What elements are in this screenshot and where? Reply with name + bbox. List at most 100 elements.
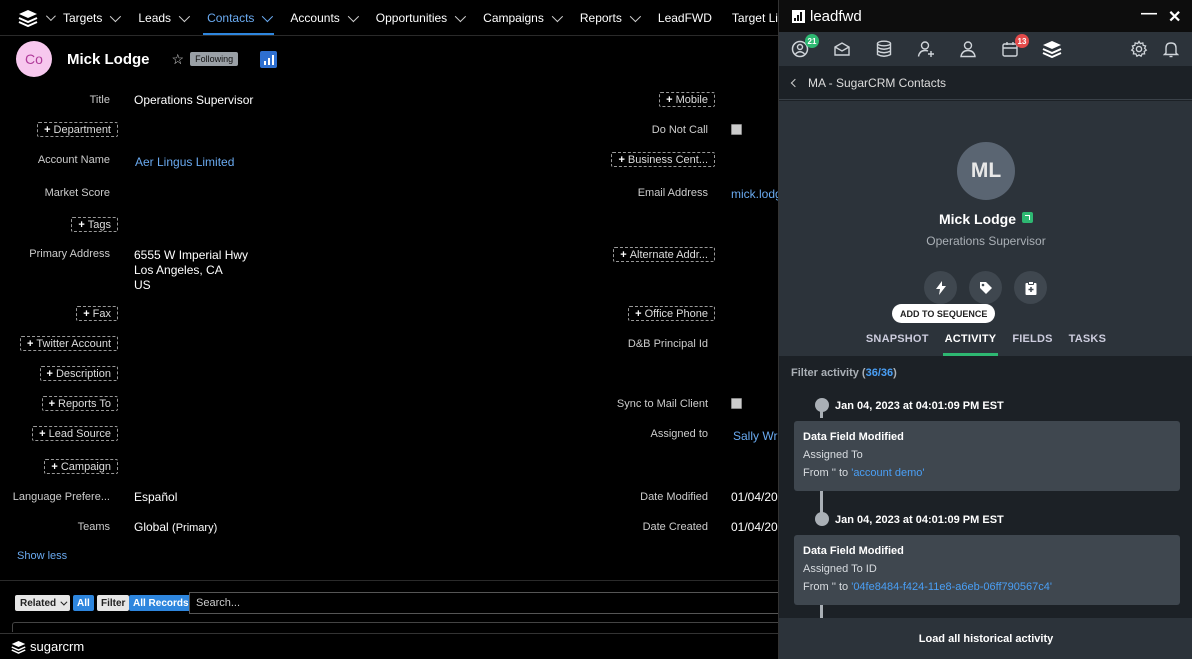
timeline-line xyxy=(820,605,823,618)
email-link[interactable]: mick.lodg xyxy=(731,187,782,201)
tag-button[interactable] xyxy=(969,271,1002,304)
language-value[interactable]: Español xyxy=(134,490,177,504)
add-alternate-address-button[interactable]: + Alternate Addr... xyxy=(613,247,715,262)
layers-icon[interactable] xyxy=(1042,39,1062,59)
contacts-badge: 21 xyxy=(805,34,819,48)
add-lead-source-button[interactable]: + Lead Source xyxy=(32,426,118,441)
nav-item-target-lists[interactable]: Target Lists xyxy=(722,0,778,35)
external-link-icon[interactable] xyxy=(1022,212,1033,223)
nav-item-leadfwd[interactable]: LeadFWD xyxy=(648,0,722,35)
calendar-badge: 13 xyxy=(1015,34,1029,48)
clipboard-icon xyxy=(1025,280,1036,295)
add-mobile-button[interactable]: + Mobile xyxy=(659,92,715,107)
activity-change: From '' to 'account demo' xyxy=(803,467,925,479)
close-icon[interactable]: ✕ xyxy=(1168,7,1181,27)
nav-item-label: LeadFWD xyxy=(657,10,712,25)
nav-item-label: Accounts xyxy=(290,10,340,25)
leadfwd-tabs: SNAPSHOT ACTIVITY FIELDS TASKS xyxy=(779,322,1192,356)
record-name: Mick Lodge xyxy=(67,50,150,68)
leadfwd-title: leadfwd xyxy=(810,7,862,25)
calendar-icon[interactable]: 13 xyxy=(1000,34,1029,59)
account-name-link[interactable]: Aer Lingus Limited xyxy=(135,155,234,169)
chevron-down-icon[interactable] xyxy=(347,10,359,22)
add-twitter-button[interactable]: + Twitter Account xyxy=(19,336,118,351)
gear-icon[interactable] xyxy=(1129,39,1149,59)
nav-item-opportunities[interactable]: Opportunities xyxy=(366,0,473,35)
footer-brand[interactable]: sugarcrm xyxy=(30,639,84,654)
add-tags-button[interactable]: + Tags xyxy=(71,217,118,232)
add-department-button[interactable]: + Department xyxy=(37,122,118,137)
activity-card[interactable]: Data Field Modified Assigned To ID From … xyxy=(794,535,1180,605)
activity-date: Jan 04, 2023 at 04:01:09 PM EST xyxy=(835,514,1004,526)
load-all-activity-button[interactable]: Load all historical activity xyxy=(779,618,1192,659)
chevron-down-icon[interactable] xyxy=(110,10,122,22)
chevron-down-icon[interactable] xyxy=(454,10,467,22)
chart-icon[interactable] xyxy=(260,50,278,68)
nav-item-label: Leads xyxy=(138,10,172,25)
account-name-label: Account Name xyxy=(37,154,110,166)
leadfwd-contact-card: ML Mick Lodge Operations Supervisor ADD … xyxy=(779,101,1192,356)
nav-item-targets[interactable]: Targets xyxy=(53,0,128,35)
tab-fields[interactable]: FIELDS xyxy=(1004,322,1060,356)
filter-activity-label[interactable]: Filter activity (36/36) xyxy=(791,367,897,379)
activity-field: Assigned To xyxy=(803,449,863,461)
subpanel-search-input[interactable] xyxy=(189,592,789,614)
timeline-dot xyxy=(815,512,829,526)
add-to-sequence-button[interactable] xyxy=(924,271,957,304)
nav-item-leads[interactable]: Leads xyxy=(128,0,197,35)
assigned-to-link[interactable]: Sally Wr xyxy=(733,429,777,443)
do-not-call-checkbox[interactable] xyxy=(731,124,742,135)
activity-card[interactable]: Data Field Modified Assigned To From '' … xyxy=(794,421,1180,491)
show-less-link[interactable]: Show less xyxy=(17,550,67,562)
filter-button[interactable]: Filter xyxy=(97,595,130,611)
primary-address-label: Primary Address xyxy=(29,248,110,260)
back-chevron-icon[interactable] xyxy=(790,78,800,87)
tab-activity[interactable]: ACTIVITY xyxy=(937,322,1005,356)
chevron-down-icon[interactable] xyxy=(629,10,641,22)
nav-item-contacts[interactable]: Contacts xyxy=(197,0,280,35)
sugar-cube-menu[interactable] xyxy=(0,0,56,35)
add-reports-to-button[interactable]: + Reports To xyxy=(41,396,118,411)
date-modified-value: 01/04/20 xyxy=(731,490,778,504)
subpanel-card xyxy=(12,622,792,632)
nav-item-accounts[interactable]: Accounts xyxy=(280,0,365,35)
contact-title: Operations Supervisor xyxy=(926,234,1046,248)
timeline-dot xyxy=(815,398,829,412)
nav-item-campaigns[interactable]: Campaigns xyxy=(473,0,570,35)
bell-icon[interactable] xyxy=(1161,39,1181,59)
nav-item-reports[interactable]: Reports xyxy=(570,0,648,35)
teams-name: Global xyxy=(134,520,169,534)
breadcrumb-label[interactable]: MA - SugarCRM Contacts xyxy=(808,76,946,90)
contacts-icon[interactable]: 21 xyxy=(790,34,819,59)
add-fax-button[interactable]: + Fax xyxy=(76,306,118,321)
chevron-down-icon[interactable] xyxy=(262,10,274,22)
title-value[interactable]: Operations Supervisor xyxy=(134,93,253,107)
title-label: Title xyxy=(89,94,110,106)
sugar-logo-icon xyxy=(11,640,26,654)
related-dropdown[interactable]: Related xyxy=(15,595,71,611)
sync-mail-checkbox[interactable] xyxy=(731,398,742,409)
add-description-button[interactable]: + Description xyxy=(39,366,118,381)
top-navigation: Targets Leads Contacts Accounts Opportunitie… xyxy=(0,0,778,36)
database-icon[interactable] xyxy=(874,39,894,59)
tab-snapshot[interactable]: SNAPSHOT xyxy=(858,322,937,356)
all-records-pill[interactable]: All Records xyxy=(129,595,193,611)
add-business-center-button[interactable]: + Business Cent... xyxy=(611,152,715,167)
email-label: Email Address xyxy=(637,187,708,199)
chevron-down-icon[interactable] xyxy=(178,10,191,22)
chevron-down-icon[interactable] xyxy=(551,10,563,22)
tab-tasks[interactable]: TASKS xyxy=(1061,322,1114,356)
person-check-icon[interactable] xyxy=(958,39,978,59)
add-campaign-button[interactable]: + Campaign xyxy=(44,459,118,474)
teams-value[interactable]: Global (Primary) xyxy=(134,520,217,534)
add-office-phone-button[interactable]: + Office Phone xyxy=(628,306,715,321)
minimize-icon[interactable]: — xyxy=(1141,5,1157,23)
mail-icon[interactable] xyxy=(832,39,852,59)
add-person-icon[interactable] xyxy=(916,39,936,59)
nav-item-label: Campaigns xyxy=(483,10,544,25)
language-label: Language Prefere... xyxy=(12,491,110,503)
all-filter-pill[interactable]: All xyxy=(73,595,94,611)
following-button[interactable]: Following xyxy=(190,52,239,66)
task-button[interactable] xyxy=(1014,271,1047,304)
star-icon[interactable]: ☆ xyxy=(172,51,185,68)
